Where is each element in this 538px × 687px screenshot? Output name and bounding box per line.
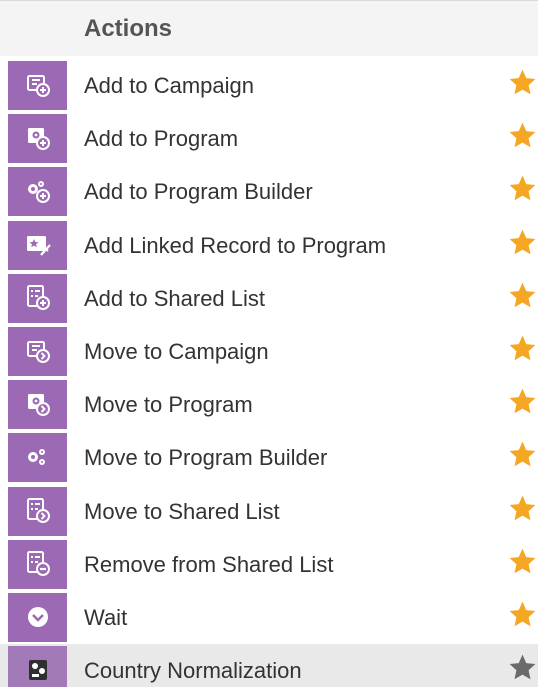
program-builder-add-icon [28, 181, 50, 204]
action-item-move-to-program[interactable]: Move to Program [0, 378, 538, 431]
program-move-icon [28, 394, 50, 417]
action-item-wait[interactable]: Wait [0, 591, 538, 644]
program-builder-add-icon [8, 167, 67, 217]
program-add-icon [28, 128, 50, 151]
action-item-label: Add to Campaign [84, 73, 254, 98]
campaign-move-icon [8, 326, 67, 376]
favorite-star-icon[interactable] [507, 67, 538, 98]
favorite-star-icon[interactable] [507, 439, 538, 470]
action-item-label: Remove from Shared List [84, 551, 334, 577]
favorite-star-icon[interactable] [507, 652, 538, 683]
wait-icon [28, 606, 48, 627]
actions-list: Add to Campaign Add to Program Add to Pr… [0, 59, 538, 687]
action-item-remove-from-shared-list[interactable]: Remove from Shared List [0, 538, 538, 591]
favorite-star-icon[interactable] [507, 333, 538, 364]
action-item-label: Add to Program [84, 126, 239, 152]
campaign-move-icon [27, 340, 50, 363]
shared-list-add-icon [8, 273, 67, 323]
action-item-label: Country Normalization [84, 658, 302, 684]
action-item-label: Add to Program Builder [84, 179, 313, 205]
action-item-add-linked-record[interactable]: Add Linked Record to Program [0, 219, 538, 272]
actions-panel: Actions Add to Campaign Add to Program A… [0, 0, 538, 687]
campaign-add-icon [8, 61, 67, 110]
action-item-add-to-campaign[interactable]: Add to Campaign [0, 59, 538, 112]
action-item-country-normalization[interactable]: Country Normalization [0, 644, 538, 687]
program-builder-move-icon [28, 449, 45, 466]
favorite-star-icon[interactable] [507, 546, 538, 577]
shared-list-add-icon [27, 284, 50, 310]
favorite-star-icon[interactable] [507, 386, 538, 417]
shared-list-move-icon [27, 497, 50, 523]
campaign-add-icon [27, 75, 50, 97]
favorite-star-icon[interactable] [507, 493, 538, 524]
action-item-move-to-shared-list[interactable]: Move to Shared List [0, 485, 538, 538]
favorite-star-icon[interactable] [507, 120, 538, 151]
action-item-label: Wait [84, 604, 128, 630]
action-item-label: Add to Shared List [84, 285, 266, 311]
actions-header: Actions [0, 1, 538, 56]
favorite-star-icon[interactable] [507, 280, 538, 311]
action-item-add-to-program[interactable]: Add to Program [0, 112, 538, 165]
action-item-label: Add Linked Record to Program [84, 232, 387, 258]
action-item-add-to-shared-list[interactable]: Add to Shared List [0, 272, 538, 325]
favorite-star-icon[interactable] [507, 173, 538, 204]
action-item-label: Move to Program Builder [84, 445, 328, 471]
actions-title: Actions [84, 15, 173, 42]
program-add-icon [8, 114, 67, 164]
action-item-label: Move to Program [84, 392, 253, 418]
linked-record-icon [8, 220, 67, 270]
program-builder-move-icon [8, 433, 67, 483]
action-item-add-to-program-builder[interactable]: Add to Program Builder [0, 165, 538, 218]
favorite-star-icon[interactable] [507, 599, 538, 630]
action-item-move-to-program-builder[interactable]: Move to Program Builder [0, 431, 538, 484]
linked-record-icon [27, 235, 51, 256]
shared-list-move-icon [8, 486, 67, 536]
program-move-icon [8, 380, 67, 430]
shared-list-remove-icon [8, 539, 67, 589]
action-item-label: Move to Shared List [84, 498, 280, 524]
shared-list-remove-icon [27, 550, 50, 576]
action-item-label: Move to Campaign [84, 338, 269, 364]
country-normalization-icon [29, 660, 47, 681]
country-normalization-icon [8, 646, 67, 687]
action-item-move-to-campaign[interactable]: Move to Campaign [0, 325, 538, 378]
favorite-star-icon[interactable] [507, 227, 538, 258]
wait-icon [8, 592, 67, 642]
